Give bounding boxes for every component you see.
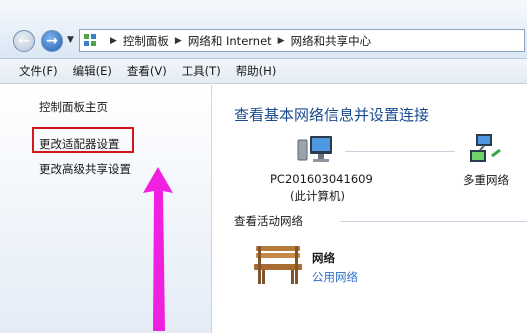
history-dropdown-icon[interactable]: ▼ bbox=[67, 35, 74, 45]
breadcrumb-separator-icon[interactable]: ▶ bbox=[110, 36, 117, 46]
breadcrumb-network-internet[interactable]: 网络和 Internet bbox=[188, 33, 272, 49]
section-divider bbox=[340, 221, 527, 222]
network-name: 网络 bbox=[312, 251, 335, 265]
menu-view[interactable]: 查看(V) bbox=[127, 63, 167, 79]
menu-file[interactable]: 文件(F) bbox=[19, 63, 58, 79]
network-type-link[interactable]: 公用网络 bbox=[312, 269, 358, 285]
sidebar: 控制面板主页 更改适配器设置 更改高级共享设置 bbox=[0, 85, 212, 333]
computer-name: PC201603041609 bbox=[270, 172, 373, 186]
computer-subtitle: (此计算机) bbox=[290, 189, 345, 203]
active-networks-title: 查看活动网络 bbox=[234, 214, 303, 228]
network-icon bbox=[470, 134, 501, 162]
control-panel-icon bbox=[84, 33, 98, 48]
back-arrow-icon[interactable]: ← bbox=[13, 30, 35, 52]
breadcrumb-separator-icon[interactable]: ▶ bbox=[278, 36, 285, 46]
address-bar[interactable]: ▶ 控制面板 ▶ 网络和 Internet ▶ 网络和共享中心 bbox=[79, 29, 525, 52]
menu-bar: 文件(F) 编辑(E) 查看(V) 工具(T) 帮助(H) bbox=[0, 59, 527, 84]
park-bench-icon[interactable] bbox=[252, 240, 304, 286]
breadcrumb-network-sharing-center[interactable]: 网络和共享中心 bbox=[291, 33, 372, 49]
breadcrumb-control-panel[interactable]: 控制面板 bbox=[123, 33, 169, 49]
computer-icon bbox=[297, 136, 332, 162]
menu-help[interactable]: 帮助(H) bbox=[236, 63, 277, 79]
navigation-bar: ← → ▼ ▶ 控制面板 ▶ 网络和 Internet ▶ 网络和共享中心 bbox=[0, 0, 527, 59]
page-title: 查看基本网络信息并设置连接 bbox=[234, 106, 430, 124]
forward-arrow-icon[interactable]: → bbox=[41, 30, 63, 52]
annotation-arrow-icon bbox=[143, 167, 173, 331]
multi-network-label: 多重网络 bbox=[463, 173, 509, 187]
sidebar-item-control-panel-home[interactable]: 控制面板主页 bbox=[39, 99, 108, 115]
sidebar-item-change-adapter-settings[interactable]: 更改适配器设置 bbox=[39, 136, 120, 152]
breadcrumb-separator-icon[interactable]: ▶ bbox=[175, 36, 182, 46]
menu-edit[interactable]: 编辑(E) bbox=[73, 63, 112, 79]
sidebar-item-advanced-sharing-settings[interactable]: 更改高级共享设置 bbox=[39, 161, 131, 177]
menu-tools[interactable]: 工具(T) bbox=[182, 63, 221, 79]
connector-line bbox=[345, 151, 455, 152]
